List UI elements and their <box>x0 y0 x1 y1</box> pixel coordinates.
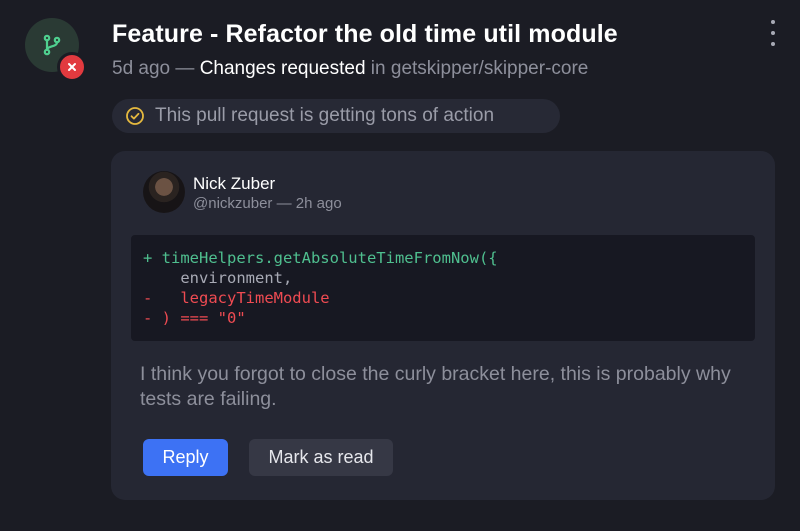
activity-pill: This pull request is getting tons of act… <box>112 99 560 133</box>
handle-separator: — <box>272 195 296 212</box>
meta-in-text: in <box>365 58 391 79</box>
notification-meta: 5d ago — Changes requested in getskipper… <box>112 58 588 80</box>
git-branch-icon <box>40 33 64 57</box>
repo-name[interactable]: getskipper/skipper-core <box>391 58 588 79</box>
notification-time: 5d ago <box>112 58 171 79</box>
close-icon <box>67 62 77 72</box>
author-name: Nick Zuber <box>193 174 276 193</box>
diff-line-removed: - legacyTimeModule <box>143 289 330 307</box>
status-badge <box>57 52 87 82</box>
comment-body: I think you forgot to close the curly br… <box>140 363 731 410</box>
reply-button[interactable]: Reply <box>143 439 228 476</box>
author-avatar <box>143 171 185 213</box>
author-handle-line: @nickzuber — 2h ago <box>193 195 342 212</box>
author-handle: @nickzuber <box>193 195 273 212</box>
more-options-button[interactable] <box>762 20 784 46</box>
diff-line-context: environment, <box>143 269 293 287</box>
mark-as-read-button[interactable]: Mark as read <box>249 439 393 476</box>
code-diff: + timeHelpers.getAbsoluteTimeFromNow({ e… <box>131 235 755 341</box>
diff-line-removed: - ) === "0" <box>143 309 246 327</box>
notification-title[interactable]: Feature - Refactor the old time util mod… <box>112 20 618 49</box>
check-circle-icon <box>125 106 145 126</box>
review-status: Changes requested <box>199 58 366 79</box>
more-vertical-icon <box>771 20 775 24</box>
meta-separator: — <box>170 58 200 79</box>
notification-avatar <box>25 18 87 82</box>
comment-card: Nick Zuber @nickzuber — 2h ago + timeHel… <box>111 151 775 500</box>
diff-line-added: + timeHelpers.getAbsoluteTimeFromNow({ <box>143 249 498 267</box>
activity-text: This pull request is getting tons of act… <box>155 105 495 126</box>
comment-time: 2h ago <box>295 195 342 212</box>
